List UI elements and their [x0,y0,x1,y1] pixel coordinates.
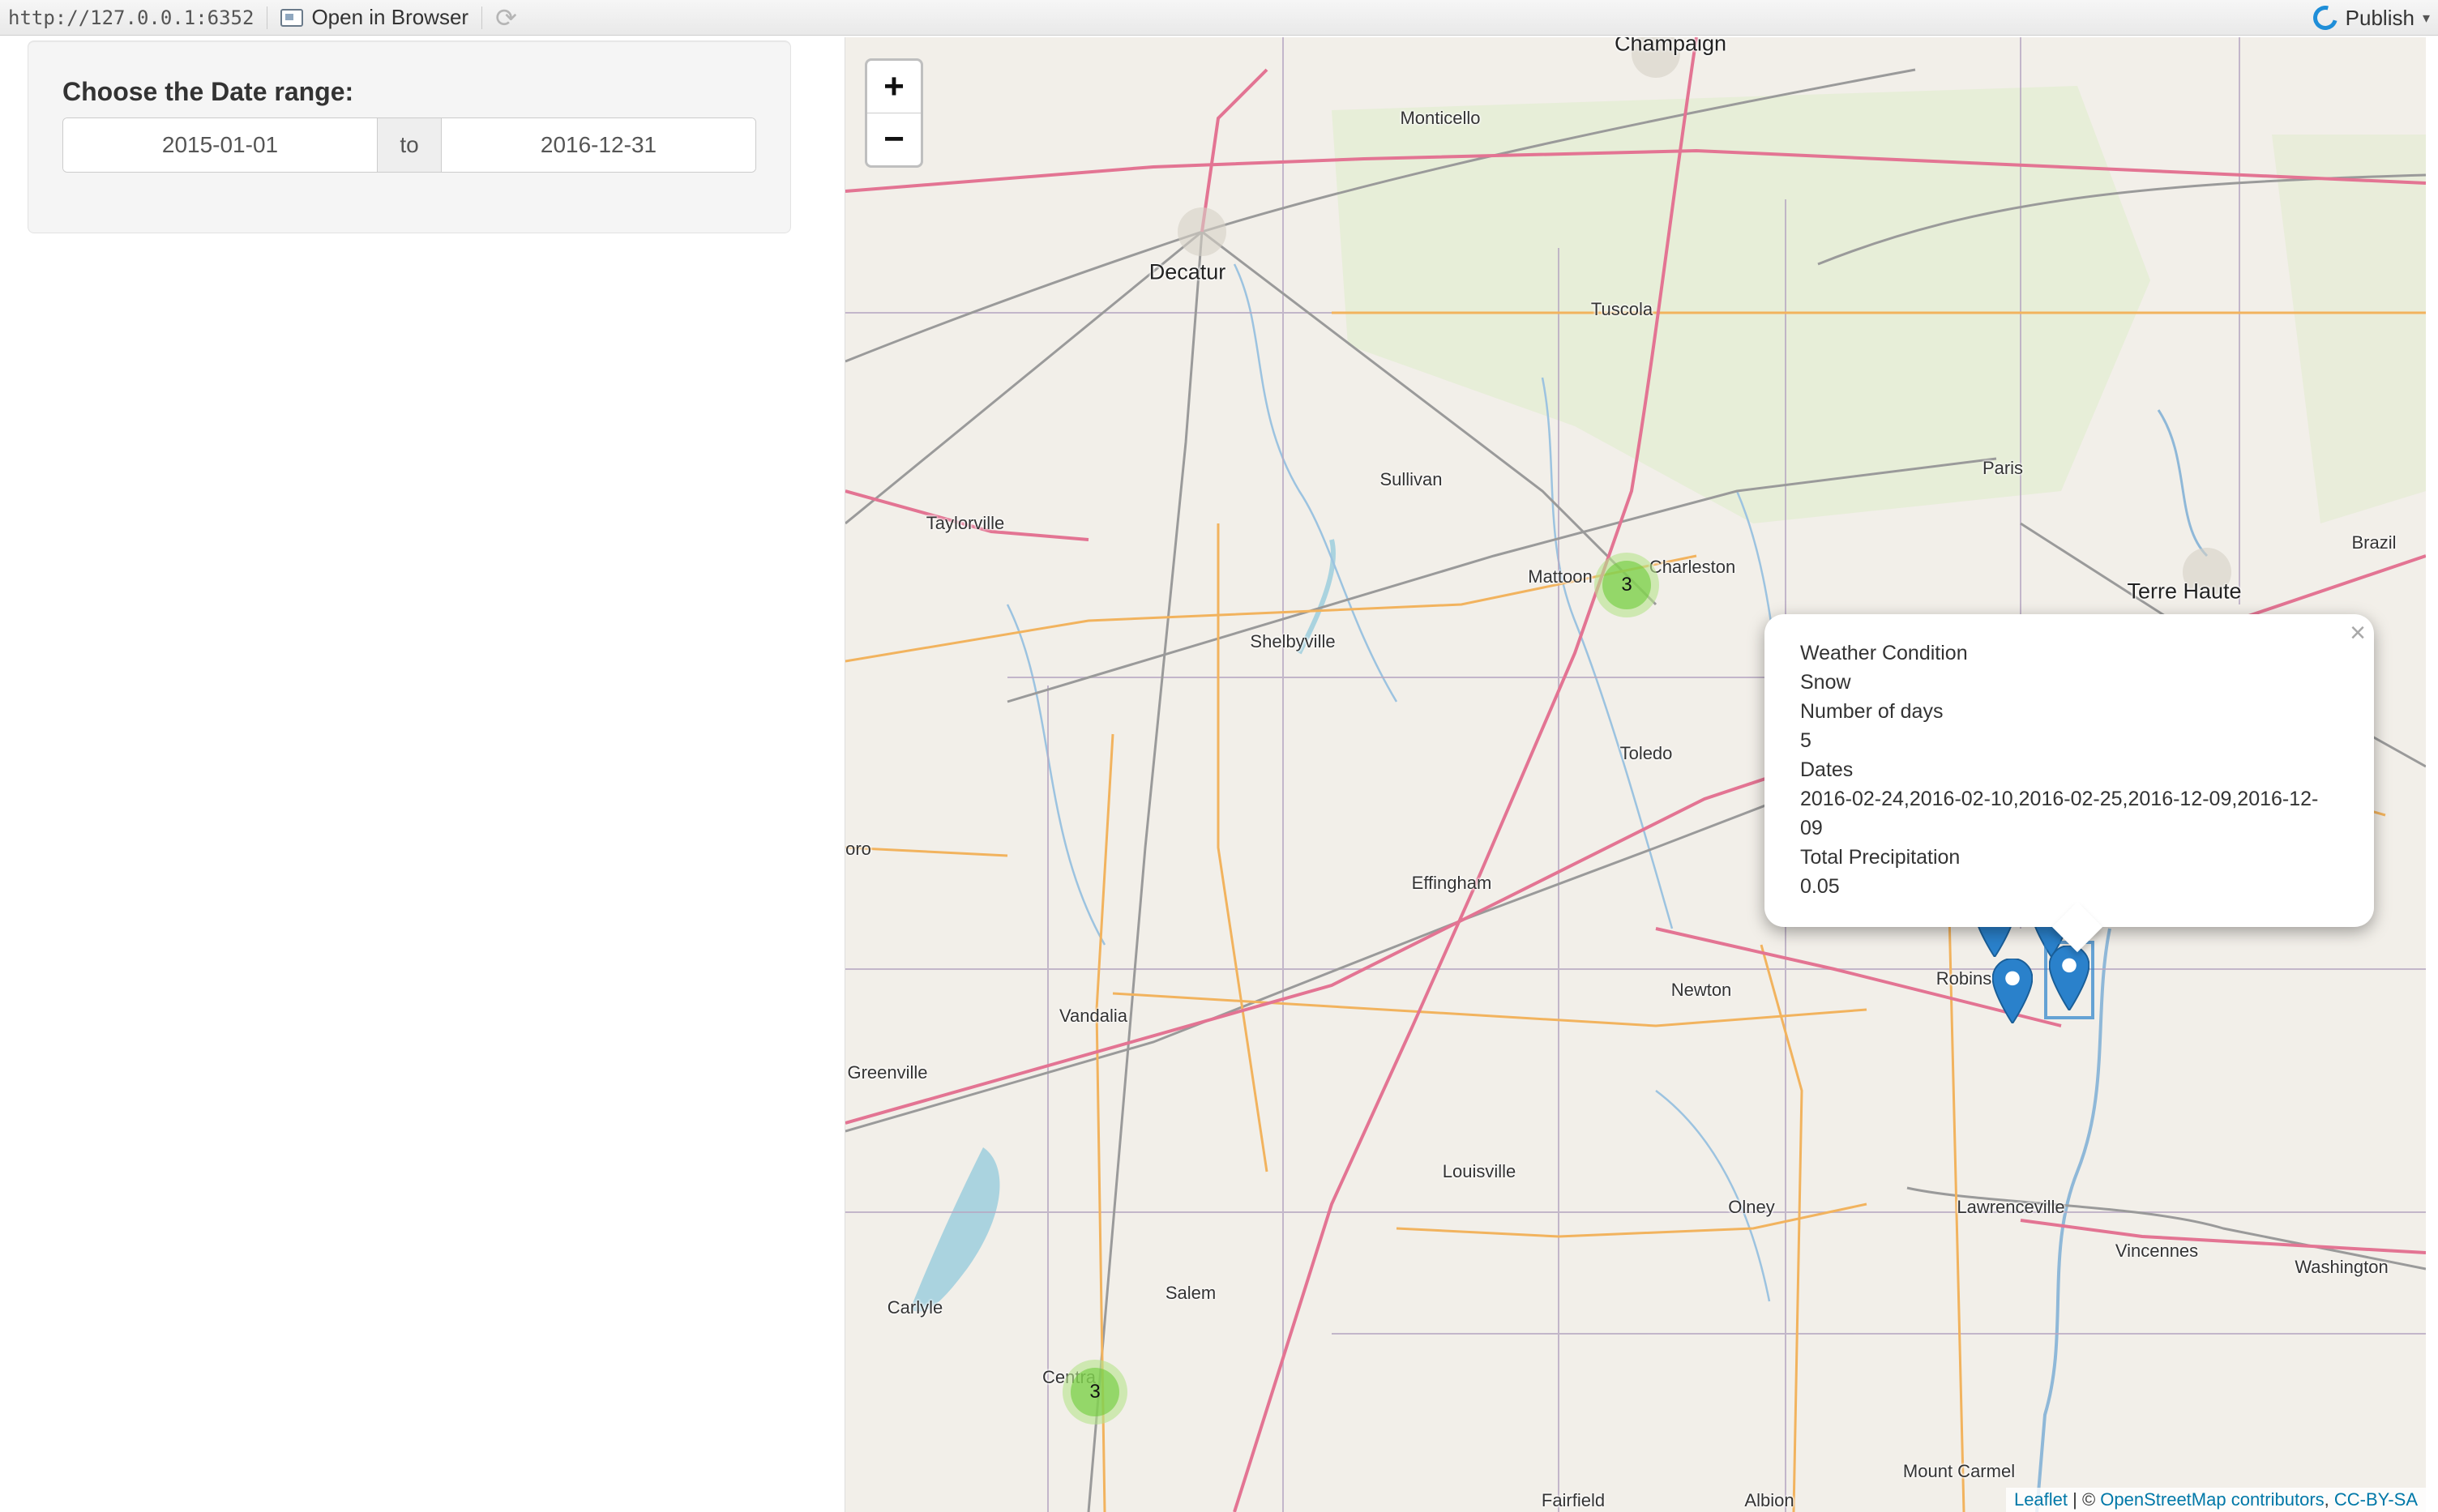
popup-content: Weather Condition Snow Number of days 5 … [1800,639,2338,901]
attribution-comma: , [2324,1489,2334,1510]
city-label: oro [845,839,871,859]
publish-button[interactable]: Publish ▾ [2308,0,2430,36]
city-label: Vincennes [2115,1241,2199,1261]
city-label: Mattoon [1528,566,1593,587]
city-label: Charleston [1649,557,1736,577]
zoom-out-button[interactable]: − [867,113,921,165]
popup-heading-condition: Weather Condition [1800,642,1968,664]
zoom-in-button[interactable]: + [867,61,921,113]
date-range-input: to [62,117,756,173]
close-icon[interactable]: × [2350,619,2366,647]
cluster-count: 3 [1602,561,1651,609]
leaflet-map[interactable]: Champaign Monticello Decatur Tuscola Sul… [845,37,2426,1512]
marker-popup: × Weather Condition Snow Number of days … [1764,614,2374,953]
popup-value-days: 5 [1800,729,1811,752]
city-label: Newton [1670,980,1732,1000]
city-label: Brazil [2351,532,2397,553]
city-label: Taylorville [926,513,1005,533]
popup-heading-days: Number of days [1800,700,1944,723]
map-attribution: Leaflet | © OpenStreetMap contributors, … [2005,1488,2426,1512]
cluster-count: 3 [1071,1368,1119,1416]
city-label: Louisville [1442,1161,1516,1181]
end-date-field[interactable] [442,118,755,172]
city-label: Shelbyville [1250,631,1336,651]
publish-icon [2308,1,2342,35]
publish-label: Publish [2345,5,2414,30]
city-label: Champaign [1614,37,1727,56]
city-label: Robins [1935,968,1992,989]
city-label: Fairfield [1541,1490,1606,1510]
city-label: Terre Haute [2127,579,2242,604]
date-range-separator: to [377,118,442,172]
open-in-browser-label: Open in Browser [311,5,469,29]
marker-cluster[interactable]: 3 [1594,553,1659,617]
osm-link[interactable]: OpenStreetMap contributors [2100,1489,2324,1510]
city-label: Decatur [1148,259,1226,284]
date-range-label: Choose the Date range: [62,77,354,106]
city-label: Carlyle [887,1297,943,1318]
city-label: Lawrenceville [1957,1197,2065,1217]
popup-value-condition: Snow [1800,671,1851,694]
refresh-icon[interactable]: ⟳ [495,5,517,31]
popup-heading-dates: Dates [1800,758,1854,781]
map-pin-icon[interactable] [2044,941,2094,1019]
popup-heading-precipitation: Total Precipitation [1800,846,1961,869]
chevron-down-icon[interactable]: ▾ [2423,10,2430,27]
city-label: Paris [1982,458,2024,478]
city-label: Mount Carmel [1902,1461,2016,1481]
attribution-separator: | © [2068,1489,2101,1510]
city-label: Greenville [847,1062,928,1083]
city-label: Sullivan [1379,469,1443,489]
start-date-field[interactable] [63,118,377,172]
city-label: Salem [1165,1283,1217,1303]
city-label: Monticello [1400,108,1481,128]
popup-value-dates: 2016-02-24,2016-02-10,2016-02-25,2016-12… [1800,788,2319,839]
city-label: Washington [2295,1257,2389,1277]
popup-value-precipitation: 0.05 [1800,875,1840,898]
map-pin-icon[interactable] [1991,958,2034,1027]
open-in-browser-button[interactable]: Open in Browser [280,5,468,30]
marker-cluster[interactable]: 3 [1063,1360,1127,1424]
city-label: Vandalia [1059,1006,1127,1026]
date-range-panel: Choose the Date range: to [28,41,791,233]
browser-window-icon [280,8,304,27]
viewer-toolbar: http://127.0.0.1:6352 Open in Browser ⟳ … [0,0,2438,36]
city-label: Olney [1728,1197,1775,1217]
url-label: http://127.0.0.1:6352 [8,6,254,29]
city-label: Albion [1744,1490,1794,1510]
license-link[interactable]: CC-BY-SA [2334,1489,2418,1510]
toolbar-divider [481,6,483,29]
city-label: Effingham [1411,873,1492,893]
city-label: Tuscola [1590,299,1653,319]
leaflet-link[interactable]: Leaflet [2014,1489,2068,1510]
zoom-control: + − [865,58,923,168]
city-label: Toledo [1619,743,1673,763]
